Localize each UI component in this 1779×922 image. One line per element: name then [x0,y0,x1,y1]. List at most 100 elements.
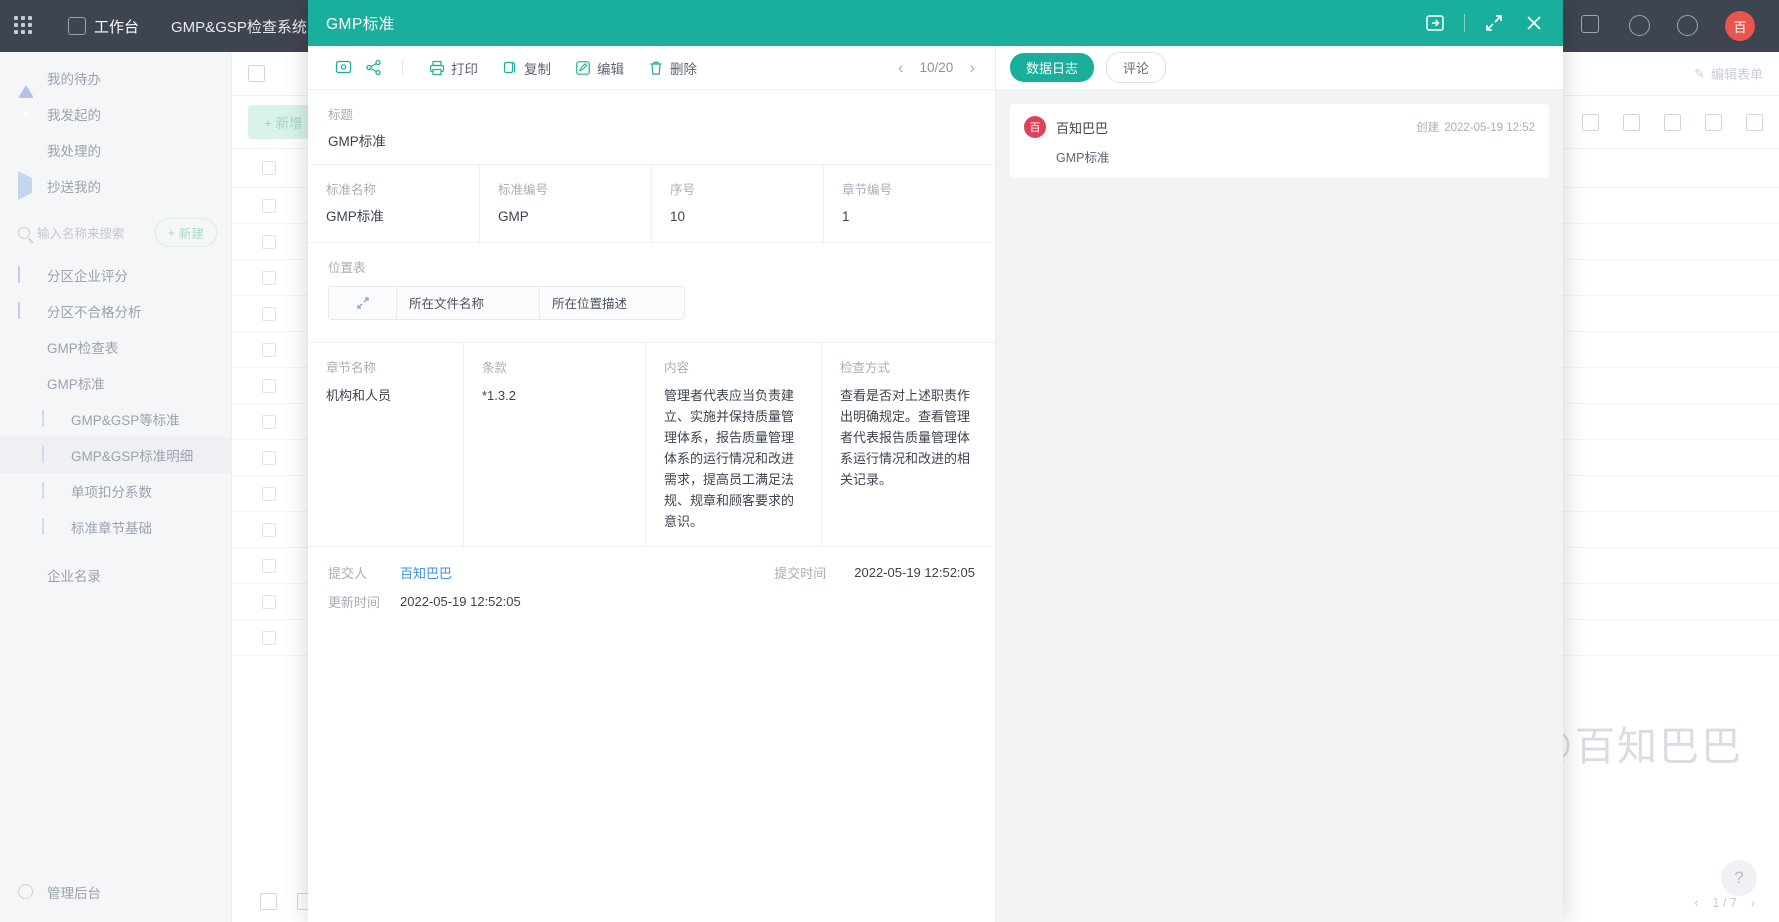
log-entry-header: 百 百知巴巴 创建 2022-05-19 12:52 [1024,116,1535,138]
log-entry-time: 2022-05-19 12:52 [1444,122,1535,134]
field-title: 标题 GMP标准 [308,90,995,166]
tab-comments[interactable]: 评论 [1106,52,1167,83]
sidebar-item-gmp-standard[interactable]: GMP标准 [0,365,231,401]
log-entry: 百 百知巴巴 创建 2022-05-19 12:52 GMP标准 [1010,104,1549,178]
help-fab-icon[interactable]: ? [1721,860,1757,896]
row-checkbox[interactable] [262,198,276,213]
sidebar-item-label: 我的待办 [47,72,101,87]
sidebar-item-label: 抄送我的 [47,180,101,195]
row-checkbox[interactable] [262,594,276,609]
row-checkbox[interactable] [262,378,276,393]
sidebar-item-admin[interactable]: 管理后台 [0,874,101,910]
page-next-icon[interactable]: › [1751,896,1755,910]
sidebar-item-processed[interactable]: 我处理的 [0,132,231,168]
refresh-icon[interactable] [1705,113,1722,131]
submitter-label: 提交人 [328,565,368,581]
avatar[interactable]: 百 [1725,11,1755,41]
field-value: 查看是否对上述职责作出明确规定。查看管理者代表报告质量管理体系运行情况和改进的相… [840,387,971,487]
modal-title: GMP标准 [326,16,395,33]
log-entry-user: 百知巴巴 [1056,120,1109,136]
field-value: 机构和人员 [326,387,392,403]
detail-scroll-area: 标题 GMP标准 标准名称 GMP标准 标准编号 GMP 序号 10 章节编号 … [308,90,995,922]
search-icon [18,226,30,239]
filter-icon[interactable] [1582,113,1599,131]
sidebar-item-label: 我发起的 [47,108,101,123]
field-value: GMP标准 [326,209,384,225]
delete-button[interactable]: 删除 [636,58,709,78]
sidebar-item-company-list[interactable]: 企业名录 [0,557,231,593]
sidebar-item-initiated[interactable]: 我发起的 [0,96,231,132]
sidebar-item-gmp-checklist[interactable]: GMP检查表 [0,329,231,365]
page-prev-icon[interactable]: ‹ [1694,896,1698,910]
row-checkbox[interactable] [262,234,276,249]
fullscreen-icon[interactable] [1746,113,1763,131]
share-icon[interactable] [358,53,388,83]
sidebar-item-area-fail[interactable]: 分区不合格分析 [0,293,231,329]
row-checkbox[interactable] [262,414,276,429]
field-value: GMP [498,209,529,225]
grid-view-icon[interactable] [260,893,277,910]
expand-arrows-icon[interactable] [329,286,397,319]
expand-icon[interactable] [1483,12,1505,34]
record-next-icon[interactable]: › [969,58,975,78]
table-pagination[interactable]: ‹ 1 / 7 › [1694,896,1755,910]
table-icon [248,65,265,82]
sidebar-item-gmp-gsp-detail[interactable]: GMP&GSP标准明细 [0,437,231,473]
apps-grid-icon[interactable] [14,16,34,36]
submitter-value[interactable]: 百知巴巴 [400,563,452,582]
sidebar-item-gmp-gsp-standards[interactable]: GMP&GSP等标准 [0,401,231,437]
inbox-icon [18,142,35,159]
window-icon[interactable] [1581,15,1603,37]
help-icon[interactable] [1677,15,1699,37]
plus-icon: + [264,116,272,131]
row-checkbox[interactable] [262,270,276,285]
new-button[interactable]: + 新建 [154,218,217,247]
sidebar-item-todo[interactable]: 我的待办 [0,60,231,98]
doc-icon [42,481,59,500]
record-pager-value: 10/20 [919,60,954,75]
sidebar-item-chapter-base[interactable]: 标准章节基础 [0,509,231,545]
edit-button[interactable]: 编辑 [563,58,636,78]
detail-toolbar: 打印 复制 编辑 删除 ‹ 10/20 › [308,46,995,90]
top-tab-workspace[interactable]: 工作台 [52,0,155,52]
close-icon[interactable] [1523,12,1545,34]
row-checkbox[interactable] [262,342,276,357]
row-checkbox[interactable] [262,522,276,537]
tab-data-log[interactable]: 数据日志 [1010,53,1095,82]
field-value: 管理者代表应当负责建立、实施并保持质量管理体系，报告质量管理体系的运行情况和改进… [664,387,795,529]
field-label: 序号 [670,183,696,198]
print-icon [429,60,445,75]
sidebar-item-cc[interactable]: 抄送我的 [0,168,231,204]
top-bar-actions: 百 [1533,11,1765,41]
print-button[interactable]: 打印 [417,58,490,78]
row-checkbox[interactable] [262,558,276,573]
sidebar-item-deduction-coef[interactable]: 单项扣分系数 [0,473,231,509]
bell-icon[interactable] [1629,15,1651,37]
row-checkbox[interactable] [262,306,276,321]
form-icon[interactable] [328,53,358,83]
folder-icon [18,375,35,392]
sidebar-item-area-score[interactable]: 分区企业评分 [0,257,231,293]
log-entry-detail: GMP标准 [1056,151,1110,165]
edit-form-button[interactable]: ✎ 编辑表单 [1694,64,1763,83]
select-all-checkbox[interactable] [262,161,276,175]
update-time-label: 更新时间 [328,594,381,610]
avatar: 百 [1024,116,1046,138]
search-input[interactable]: 输入名称来搜索 [18,223,145,242]
row-checkbox[interactable] [262,630,276,645]
sort-icon[interactable] [1623,113,1640,131]
open-in-new-icon[interactable] [1424,12,1446,34]
activity-list: 百 百知巴巴 创建 2022-05-19 12:52 GMP标准 [996,90,1563,192]
top-tab-workspace-label: 工作台 [94,18,140,36]
row-checkbox[interactable] [262,486,276,501]
activity-pane: 数据日志 评论 百 百知巴巴 创建 2022-05-19 12:52 GMP标准 [996,46,1563,922]
record-prev-icon[interactable]: ‹ [898,58,904,78]
view-icon[interactable] [1664,113,1681,131]
log-entry-meta: 创建 2022-05-19 12:52 [1416,119,1535,135]
detail-pane: 打印 复制 编辑 删除 ‹ 10/20 › 标题 GMP标准 标准名称 GMP标… [308,46,996,922]
sidebar-item-label: GMP&GSP标准明细 [71,449,194,464]
copy-button[interactable]: 复制 [490,58,563,78]
row-checkbox[interactable] [262,450,276,465]
record-meta-footer: 提交人 百知巴巴 提交时间 2022-05-19 12:52:05 更新时间 2… [308,547,995,637]
modal-body: 打印 复制 编辑 删除 ‹ 10/20 › 标题 GMP标准 标准名称 GMP标… [308,46,1563,922]
